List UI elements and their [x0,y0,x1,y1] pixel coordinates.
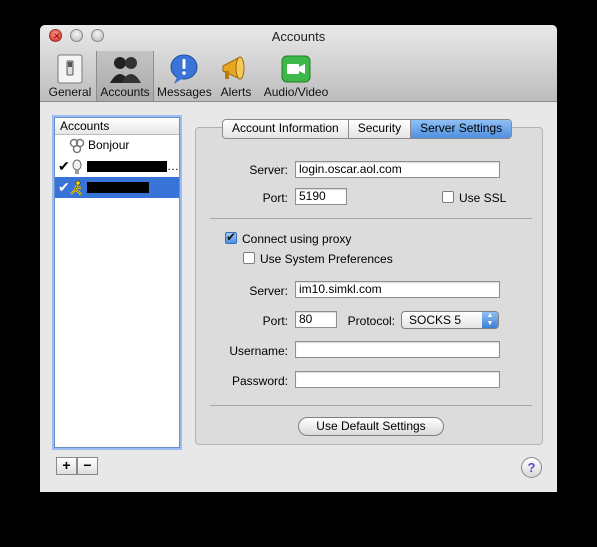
general-switch-icon [54,53,86,85]
toolbar-messages[interactable]: Messages [157,51,212,101]
message-bubble-icon [168,53,200,85]
accounts-list-header: Accounts [55,118,179,135]
enabled-checkmark-icon[interactable]: ✔ [58,177,70,198]
tab-bar: Account Information Security Server Sett… [222,119,513,139]
truncation-ellipsis: … [167,159,179,173]
window-title: Accounts [271,29,326,44]
megaphone-icon [220,53,252,85]
toolbar-accounts-label: Accounts [100,85,150,99]
protocol-value: SOCKS 5 [409,313,462,327]
tab-security[interactable]: Security [349,120,412,138]
toolbar-audio-video[interactable]: Audio/Video [260,51,332,101]
toolbar-messages-label: Messages [157,85,212,99]
use-ssl-checkbox[interactable] [442,191,454,203]
toolbar: ✕ Accounts General Accounts Messages Ale… [40,25,557,102]
connect-using-proxy-checkbox[interactable] [225,230,237,244]
aim-running-man-icon [69,180,85,196]
toolbar-general[interactable]: General [48,51,92,101]
toolbar-alerts-label: Alerts [220,85,252,99]
lightbulb-icon [69,159,85,175]
port-field[interactable]: 5190 [295,188,347,205]
tab-account-information[interactable]: Account Information [223,120,349,138]
server-label: Server: [249,163,288,177]
divider [210,405,532,406]
password-field[interactable] [295,371,500,388]
use-system-preferences-checkbox[interactable] [243,252,255,264]
username-label: Username: [229,344,288,358]
use-ssl-label: Use SSL [459,191,507,205]
bonjour-icon [69,138,85,154]
list-item-bonjour[interactable]: Bonjour [55,135,179,156]
connect-using-proxy-label: Connect using proxy [242,232,352,246]
video-camera-icon [280,53,312,85]
list-item-account-1[interactable]: ✔ … [55,156,179,177]
port-label: Port: [262,191,288,205]
proxy-server-label: Server: [249,284,288,298]
redacted-account-name [87,161,167,172]
proxy-server-field[interactable]: im10.simkl.com [295,281,500,298]
enabled-checkmark-icon[interactable]: ✔ [58,156,70,177]
accounts-window: ✕ Accounts General Accounts Messages Ale… [40,25,557,492]
remove-account-button[interactable]: − [77,457,98,475]
help-button[interactable]: ? [521,457,542,478]
people-icon [109,53,141,85]
updown-arrows-icon: ▲ ▼ [482,312,498,328]
toolbar-accounts[interactable]: Accounts [96,51,154,101]
toolbar-general-label: General [48,85,92,99]
toolbar-audio-video-label: Audio/Video [263,85,329,99]
server-field[interactable]: login.oscar.aol.com [295,161,500,178]
list-item-account-2[interactable]: ✔ [55,177,179,198]
add-account-button[interactable]: + [56,457,77,475]
proxy-port-field[interactable]: 80 [295,311,337,328]
use-system-preferences-label: Use System Preferences [260,252,393,266]
accounts-list[interactable]: Accounts Bonjour ✔ … ✔ [54,117,180,448]
use-default-settings-button[interactable]: Use Default Settings [298,417,444,436]
username-field[interactable] [295,341,500,358]
password-label: Password: [231,374,288,388]
toolbar-alerts[interactable]: Alerts [216,51,256,101]
tab-server-settings[interactable]: Server Settings [411,120,512,138]
proxy-port-label: Port: [262,314,288,328]
protocol-select[interactable]: SOCKS 5 ▲ ▼ [401,311,499,329]
divider [210,218,532,219]
redacted-account-name [87,182,149,193]
list-item-label: Bonjour [88,138,130,152]
protocol-label: Protocol: [347,314,395,328]
